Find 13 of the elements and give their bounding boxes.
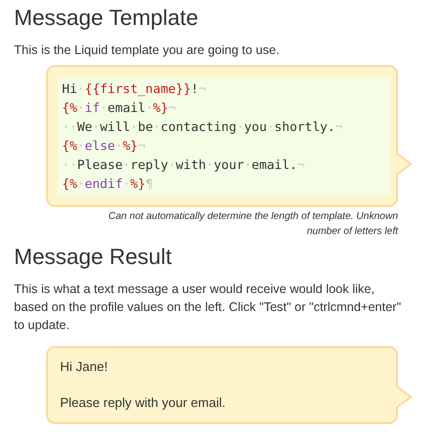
code-line: ··We·will·be·contacting·you·shortly.¬	[62, 118, 344, 136]
code-line: Hi·{{first_name}}!¬	[62, 80, 208, 98]
code-line: {%·endif·%}¶	[62, 175, 154, 193]
code-line: {%·else·%}¬	[62, 137, 146, 155]
length-note: Can not automatically determine the length of template. Unknown number of letters left	[107, 210, 398, 239]
code-line: {%·if·email·%}¬	[62, 99, 177, 117]
section-heading: Message Result	[14, 243, 173, 271]
description-text: This is what a text message a user would receive would look like, based on the profile values on the left. Click "Test" or "ctrlcmnd+enter" to update.	[14, 281, 402, 334]
section-heading: Message Template	[14, 4, 200, 32]
message-text: Hi Jane!	[60, 358, 109, 376]
message-text: Please reply with your email.	[60, 394, 226, 412]
code-line: ··Please·reply·with·your·email.¬	[62, 156, 306, 174]
description-text: This is the Liquid template you are going to use.	[14, 42, 280, 59]
